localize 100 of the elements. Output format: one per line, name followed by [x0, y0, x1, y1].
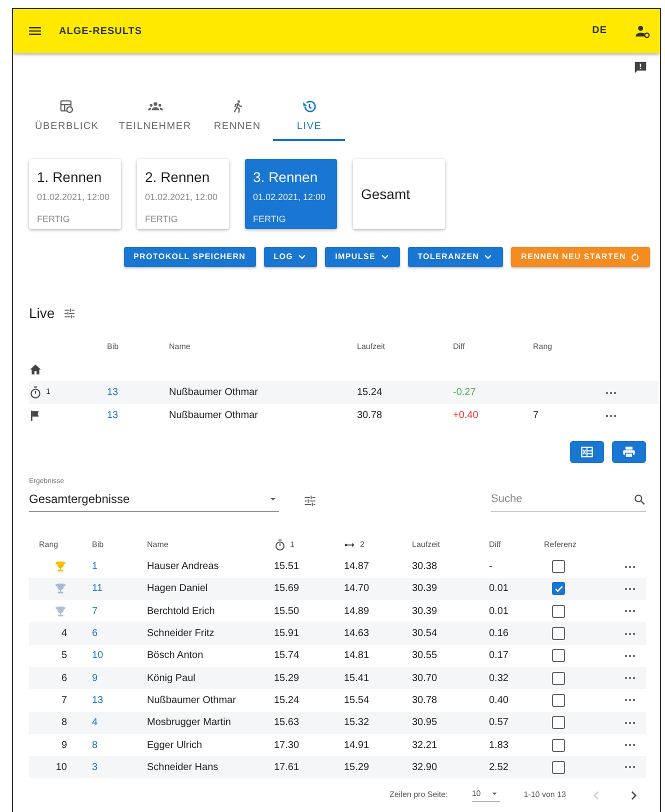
stopwatch-icon — [274, 538, 286, 550]
rank-cell-text: 7 — [61, 694, 67, 708]
reference-checkbox[interactable] — [552, 760, 565, 774]
reference-checkbox[interactable] — [552, 694, 565, 707]
diff-cell-text: -0.27 — [453, 386, 477, 400]
bib-link[interactable]: 10 — [92, 650, 104, 662]
bib-link[interactable]: 3 — [92, 762, 98, 773]
name-cell-text: König Paul — [147, 672, 196, 686]
reference-checkbox[interactable] — [552, 649, 565, 662]
tab[interactable]: LIVE — [273, 93, 346, 141]
column-header: Name — [147, 538, 170, 550]
time-cell-text: 15.24 — [357, 386, 384, 400]
diff-cell-text: +0.40 — [453, 409, 480, 423]
rank-cell-text: 8 — [61, 716, 67, 730]
time-cell-text: 15.51 — [274, 560, 300, 574]
name-cell-text: Bösch Anton — [147, 649, 204, 664]
caret-icon — [483, 252, 494, 262]
name-cell-text: Mosbrugger Martin — [147, 716, 232, 730]
bib-link[interactable]: 13 — [107, 385, 169, 400]
time-cell-text: 32.21 — [412, 738, 438, 753]
rank-cell-text: 4 — [61, 627, 67, 642]
split-number: 1 — [46, 386, 50, 398]
excel-export-button[interactable] — [570, 441, 604, 463]
bib-link[interactable]: 8 — [92, 740, 98, 751]
tune-icon — [303, 494, 317, 508]
restart-button[interactable]: RENNEN NEU STARTEN — [511, 247, 650, 267]
tab[interactable]: ÜBERBLICK — [25, 93, 109, 141]
filter-button[interactable] — [62, 307, 76, 320]
column-header: Laufzeit — [357, 341, 386, 353]
bib-link[interactable]: 13 — [107, 408, 169, 423]
race-card[interactable]: 3. Rennen 01.02.2021, 12:00 FERTIG — [245, 159, 337, 229]
race-card[interactable]: 2. Rennen 01.02.2021, 12:00 FERTIG — [137, 159, 229, 229]
time-cell-text: 14.89 — [344, 604, 370, 619]
reference-checkbox[interactable] — [552, 604, 565, 618]
language-button[interactable]: DE — [588, 23, 611, 39]
reference-checkbox[interactable] — [552, 716, 565, 730]
account-button[interactable] — [635, 24, 650, 38]
time-cell-text: 30.78 — [412, 694, 438, 708]
name-cell-text: Schneider Hans — [147, 760, 220, 775]
bib-link[interactable]: 7 — [92, 606, 98, 617]
time-cell-text: 14.87 — [344, 560, 370, 574]
save-button[interactable]: PROTOKOLL SPEICHERN — [124, 247, 256, 267]
bib-link[interactable]: 9 — [92, 672, 98, 684]
feedback-button[interactable] — [633, 60, 648, 75]
bib-link[interactable]: 4 — [92, 717, 98, 728]
tab[interactable]: RENNEN — [201, 93, 274, 141]
column-header: Diff — [489, 538, 502, 550]
column-header: Referenz — [544, 538, 578, 550]
time-cell-text: 30.70 — [412, 672, 438, 686]
filter-button[interactable] — [303, 494, 317, 508]
race-card[interactable]: Gesamt — [353, 159, 445, 229]
time-cell-text: 14.63 — [344, 627, 370, 642]
feedback-icon — [633, 60, 648, 75]
time-cell-text: 15.32 — [344, 716, 370, 730]
diff-cell-text: 0.01 — [489, 604, 510, 619]
race-card[interactable]: 1. Rennen 01.02.2021, 12:00 FERTIG — [29, 159, 121, 229]
name-cell-text: Egger Ulrich — [147, 738, 204, 753]
time-cell-text: 15.69 — [274, 582, 300, 596]
time-cell-text: 30.54 — [412, 627, 438, 642]
home-icon — [29, 363, 42, 376]
diff-cell-text: 2.52 — [489, 760, 510, 775]
printer-icon — [622, 445, 636, 459]
column-header: 2 — [360, 538, 364, 550]
bib-link[interactable]: 1 — [92, 561, 98, 572]
time-cell-text: 15.74 — [274, 649, 300, 664]
tab[interactable]: TEILNEHMER — [108, 93, 202, 141]
dropdown-button[interactable]: LOG — [264, 247, 318, 267]
calendar-icon — [59, 99, 74, 114]
rank-cell-text: 7 — [533, 409, 540, 423]
reference-checkbox[interactable] — [552, 738, 565, 752]
name-cell-text: Nußbaumer Othmar — [169, 409, 259, 423]
history-icon — [302, 99, 317, 114]
reference-checkbox[interactable] — [552, 672, 565, 685]
dropdown-button[interactable]: TOLERANZEN — [408, 247, 504, 267]
column-header: Laufzeit — [412, 538, 442, 550]
time-cell-text: 15.24 — [274, 694, 300, 708]
time-cell-text: 14.81 — [344, 649, 370, 664]
time-cell-text: 17.30 — [274, 738, 300, 753]
results-select[interactable]: Gesamtergebnisse — [29, 490, 279, 512]
rows-per-page-select[interactable]: 10 — [472, 788, 500, 802]
user-gear-icon — [635, 24, 650, 38]
time-cell-text: 32.90 — [412, 760, 438, 775]
name-cell-text: Schneider Fritz — [147, 627, 216, 642]
time-cell-text: 30.39 — [412, 604, 438, 619]
column-header: 1 — [290, 538, 294, 550]
bib-link[interactable]: 6 — [92, 628, 98, 640]
reference-checkbox[interactable] — [552, 582, 565, 596]
time-cell-text: 30.39 — [412, 582, 438, 596]
print-button[interactable] — [612, 441, 646, 463]
reference-checkbox[interactable] — [552, 560, 565, 574]
diff-cell-text: 0.32 — [489, 672, 510, 686]
rank-cell-text: 10 — [56, 760, 67, 775]
dropdown-button[interactable]: IMPULSE — [325, 247, 400, 267]
rows-per-page-label: Zeilen pro Seite: — [390, 789, 448, 802]
search-icon — [633, 492, 646, 506]
bib-link[interactable]: 13 — [92, 694, 104, 706]
reference-checkbox[interactable] — [552, 627, 565, 640]
rank-cell-text: 9 — [61, 738, 67, 753]
bib-link[interactable]: 11 — [92, 583, 102, 594]
time-cell-text: 15.29 — [274, 672, 300, 686]
